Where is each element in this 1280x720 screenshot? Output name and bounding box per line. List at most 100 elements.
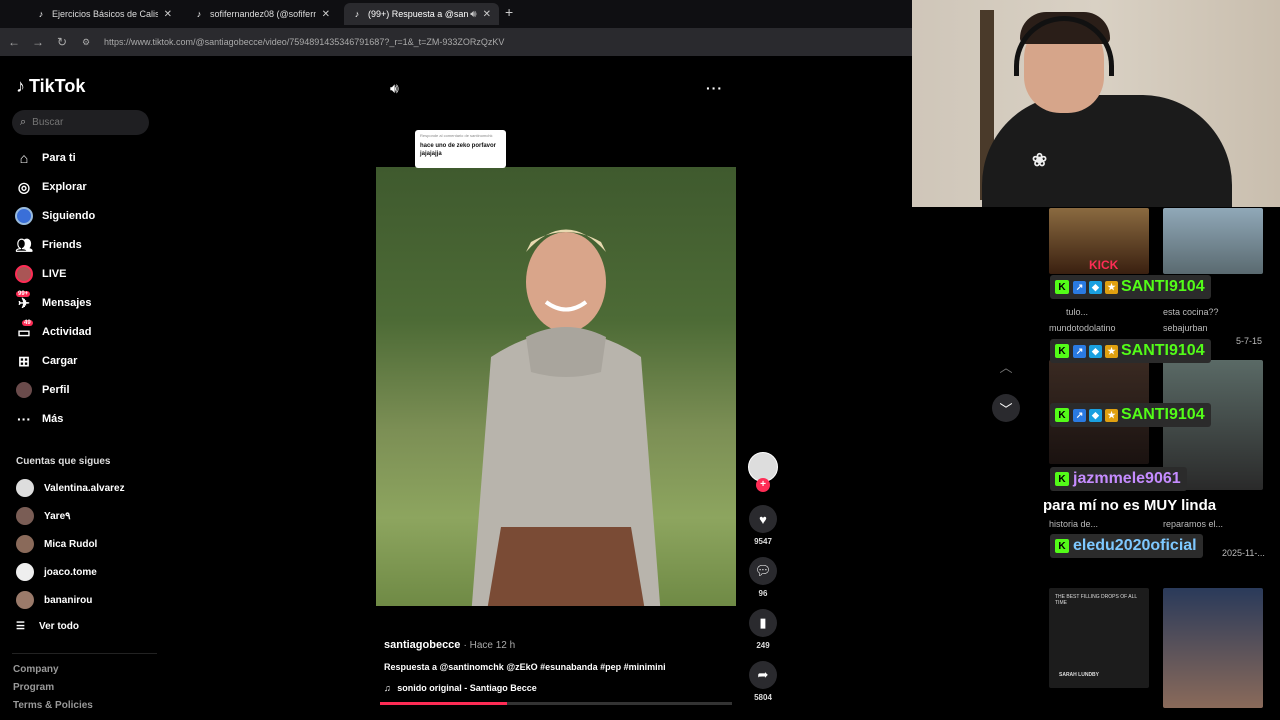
music-note-icon: ♫ (384, 683, 391, 693)
profile-icon (14, 380, 34, 400)
upload-icon: ⊞ (18, 352, 30, 369)
badge-icon: ↗ (1073, 344, 1086, 358)
sound-link[interactable]: ♫ sonido original - Santiago Becce (384, 683, 537, 693)
share-action[interactable]: ➦ 5804 (746, 661, 780, 702)
chat-username: K ↗ ◆ ★ SANTI9104 (1050, 403, 1211, 427)
kick-icon: K (1055, 344, 1069, 358)
chat-name-text: jazmmele9061 (1073, 470, 1181, 487)
next-video-button[interactable]: ﹀ (992, 394, 1020, 422)
follow-plus-icon[interactable]: + (756, 478, 770, 492)
footer-link[interactable]: Program (13, 682, 54, 693)
badge-icon: ★ (1105, 408, 1118, 422)
tab-title: Ejercicios Básicos de Calistenia (52, 9, 158, 19)
more-options-icon[interactable]: ··· (706, 80, 723, 96)
site-info-icon[interactable]: ⚙︎ (74, 37, 98, 48)
search-box[interactable]: ⌕ (12, 110, 149, 135)
search-icon: ⌕ (20, 116, 27, 128)
badge-icon: ◆ (1089, 344, 1102, 358)
see-all-link[interactable]: ☰ Ver todo (16, 621, 79, 632)
sticker-text: hace uno de zeko porfavor jajajajja (420, 143, 497, 157)
activity-badge: 49 (22, 320, 33, 326)
kick-icon: K (1055, 539, 1069, 553)
browser-tab[interactable]: ♪ Ejercicios Básicos de Calistenia ✕ (28, 3, 180, 25)
badge-icon: ↗ (1073, 280, 1086, 294)
thumb-caption: 5-7-15 (1236, 336, 1263, 346)
volume-icon[interactable]: 🔊︎ (390, 80, 399, 97)
nav-perfil[interactable]: Perfil (14, 380, 70, 400)
messages-badge: 99+ (16, 291, 31, 297)
author-name[interactable]: santiagobecce (384, 639, 460, 651)
kick-icon: K (1055, 280, 1069, 294)
progress-fill (380, 702, 507, 705)
save-action[interactable]: ▮ 249 (746, 609, 780, 650)
video-frame-person (471, 229, 661, 606)
tiktok-favicon-icon: ♪ (196, 9, 202, 19)
video-caption: Respuesta a @santinomchk @zEkO #esunaban… (384, 662, 666, 672)
close-tab-icon[interactable]: ✕ (322, 9, 330, 20)
following-section-title: Cuentas que sigues (16, 456, 111, 467)
nav-label: Para ti (42, 152, 76, 164)
reply-comment-sticker: Responde al comentario de santinomchk ha… (415, 130, 506, 168)
new-tab-button[interactable]: + (505, 4, 513, 20)
following-account[interactable]: joaco.tome (16, 563, 97, 581)
share-icon[interactable]: ➦ (749, 661, 777, 689)
address-bar: ← → ↻ ⚙︎ https://www.tiktok.com/@santiag… (0, 28, 912, 56)
chat-username: K jazmmele9061 (1050, 467, 1187, 491)
back-icon[interactable]: ← (2, 35, 26, 49)
badge-icon: ★ (1105, 280, 1118, 294)
badge-icon: ◆ (1089, 280, 1102, 294)
thumb-caption: mundotodolatino (1049, 323, 1116, 333)
nav-mas[interactable]: ··· Más (14, 409, 63, 429)
share-count: 5804 (754, 693, 772, 702)
streamer-body (982, 95, 1232, 207)
browser-tab-active[interactable]: ♪ (99+) Respuesta a @santino 🔊︎ ✕ (344, 3, 499, 25)
bookmark-icon[interactable]: ▮ (749, 609, 777, 637)
background-thumbnail (1163, 588, 1263, 708)
following-account[interactable]: bananirou (16, 591, 92, 609)
tab-title: sofifernandez08 (@sofifernandez (210, 9, 316, 19)
search-input[interactable] (32, 117, 133, 128)
browser-tab[interactable]: ♪ sofifernandez08 (@sofifernandez ✕ (186, 3, 338, 25)
footer-link[interactable]: Company (13, 664, 59, 675)
url-field[interactable]: https://www.tiktok.com/@santiagobecce/vi… (104, 34, 924, 50)
following-account[interactable]: Valentina.alvarez (16, 479, 125, 497)
nav-para-ti[interactable]: ⌂ Para ti (14, 148, 76, 168)
nav-siguiendo[interactable]: Siguiendo (14, 206, 95, 226)
close-tab-icon[interactable]: ✕ (164, 9, 172, 20)
list-icon: ☰ (16, 621, 25, 632)
account-name: Mica Rudol (44, 538, 98, 550)
following-account[interactable]: Yare٩ (16, 507, 71, 525)
video-player[interactable] (376, 167, 736, 606)
nav-live[interactable]: LIVE (14, 264, 66, 284)
close-tab-icon[interactable]: ✕ (483, 9, 491, 20)
avatar (16, 591, 34, 609)
previous-video-button[interactable]: ︿ (992, 352, 1020, 380)
kick-icon: K (1055, 408, 1069, 422)
post-time: Hace 12 h (469, 640, 516, 651)
chat-username: K ↗ ◆ ★ SANTI9104 (1050, 339, 1211, 363)
forward-icon[interactable]: → (26, 35, 50, 49)
tiktok-logo[interactable]: ♪ TikTok (16, 76, 85, 97)
thumb-text: SARAH LUNDBY (1059, 672, 1099, 678)
nav-friends[interactable]: 👥︎ Friends (14, 235, 82, 255)
nav-cargar[interactable]: ⊞ Cargar (14, 351, 77, 371)
badge-icon: ◆ (1089, 408, 1102, 422)
nav-actividad[interactable]: ▭ Actividad 49 (14, 320, 92, 342)
see-all-label: Ver todo (38, 621, 79, 632)
nav-explorar[interactable]: ◎ Explorar (14, 177, 87, 197)
following-account[interactable]: Mica Rudol (16, 535, 97, 553)
like-action[interactable]: ♥ 9547 (746, 505, 780, 546)
chevron-up-icon: ︿ (999, 359, 1013, 375)
speaker-icon[interactable]: 🔊︎ (470, 9, 476, 20)
heart-icon[interactable]: ♥ (749, 505, 777, 533)
nav-label: Perfil (42, 384, 70, 396)
video-progress-bar[interactable] (380, 702, 732, 705)
nav-label: Friends (42, 239, 82, 251)
comment-icon[interactable]: 💬︎ (749, 557, 777, 585)
shirt-logo-image: ❀ (1032, 150, 1048, 170)
footer-link[interactable]: Terms & Policies (13, 700, 93, 711)
comment-action[interactable]: 💬︎ 96 (746, 557, 780, 598)
nav-mensajes[interactable]: ✈︎ Mensajes 99+ (14, 291, 92, 313)
tiktok-favicon-icon: ♪ (354, 9, 360, 19)
reload-icon[interactable]: ↻ (50, 35, 74, 49)
